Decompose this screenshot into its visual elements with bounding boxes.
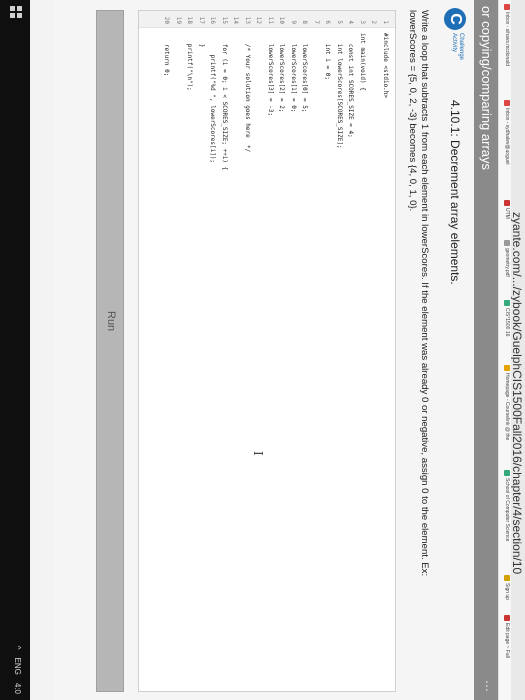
line-number: 17	[198, 16, 205, 24]
run-button-label: Run	[105, 311, 117, 332]
star-icon	[504, 365, 510, 371]
line-number: 15	[221, 16, 228, 24]
challenge-activity-label: Challenge Activity	[451, 33, 464, 61]
tray-chevron-icon[interactable]: ^	[13, 646, 22, 650]
web-icon	[504, 300, 510, 306]
code-line[interactable]: lowerScores[1] = 0;	[290, 33, 297, 113]
line-number: 5	[336, 20, 343, 24]
code-line[interactable]: lowerScores[2] = 2;	[279, 33, 286, 113]
windows-icon[interactable]	[10, 6, 22, 18]
line-number: 7	[313, 20, 320, 24]
bookmark-item[interactable]: Edit page ~ Fall	[504, 615, 510, 658]
line-number: 11	[267, 16, 274, 24]
code-line[interactable]: lowerScores[3] = -3;	[267, 33, 274, 116]
line-number: 6	[324, 20, 332, 24]
activity-title: 4.10.1: Decrement array elements.	[448, 100, 462, 285]
bookmark-item[interactable]: Sign up	[504, 575, 510, 600]
document-icon	[504, 240, 510, 246]
line-number: 10	[278, 16, 286, 24]
web-icon	[504, 615, 510, 621]
line-number: 9	[290, 20, 297, 24]
line-number: 18	[186, 16, 194, 24]
line-number: 8	[301, 20, 309, 24]
line-number: 20	[163, 16, 171, 24]
taskbar: ^ ENG 4:0	[0, 0, 30, 700]
code-line[interactable]: const int SCORES_SIZE = 4;	[348, 33, 355, 138]
run-button[interactable]: Run	[96, 10, 124, 692]
line-number: 4	[347, 20, 355, 24]
web-icon	[504, 470, 510, 476]
line-number: 12	[255, 16, 263, 24]
line-number: 3	[359, 20, 366, 24]
code-line[interactable]: int lowerScores[SCORES_SIZE];	[336, 33, 343, 149]
line-number: 13	[244, 16, 251, 24]
code-line[interactable]: lowerScores[0] = 5;	[302, 33, 309, 113]
activity-description: Write a loop that subtracts 1 from each …	[407, 10, 430, 577]
url-text[interactable]: zyante.com/.../zybook/GuelphCIS1500Fall2…	[510, 212, 524, 574]
line-number: 16	[209, 16, 217, 24]
challenge-activity-icon: C	[444, 8, 466, 30]
bookmarks-bar: Inbox - sihavs.mcdonald Inbox - sydhalev…	[498, 0, 511, 700]
language-indicator[interactable]: ENG	[13, 658, 22, 675]
line-number: 1	[382, 20, 389, 24]
line-number: 14	[232, 16, 240, 24]
address-bar[interactable]: zyante.com/.../zybook/GuelphCIS1500Fall2…	[510, 0, 525, 700]
mail-icon	[504, 100, 510, 106]
section-title: or copying/comparing arrays	[479, 6, 494, 171]
code-editor[interactable]: #include <stdio.h> int main(void) { const…	[138, 10, 396, 692]
bookmark-item[interactable]: Homepage - Courselink @ the	[504, 365, 510, 440]
line-number: 19	[175, 16, 182, 24]
bookmark-item[interactable]: geometry.pdf	[504, 240, 510, 277]
line-number: 2	[370, 20, 378, 24]
code-line[interactable]: #include <stdio.h>	[382, 33, 389, 98]
code-line[interactable]: }	[198, 33, 205, 48]
system-tray: ^ ENG 4:0	[13, 646, 22, 694]
section-header: or copying/comparing arrays ⋯	[474, 0, 498, 700]
bookmark-item[interactable]: School of Computer Science	[504, 470, 510, 541]
screen: zyante.com/.../zybook/GuelphCIS1500Fall2…	[0, 0, 525, 700]
mail-icon	[504, 4, 510, 10]
bookmark-item[interactable]: Inbox - sihavs.mcdonald	[504, 4, 510, 66]
code-line[interactable]: printf("%d ", lowerScores[i]);	[210, 33, 217, 163]
clock[interactable]: 4:0	[13, 683, 22, 694]
code-line[interactable]: return 0;	[164, 33, 171, 77]
z-icon	[504, 575, 510, 581]
bookmark-item[interactable]: CIS*1500 16	[504, 300, 510, 336]
code-line[interactable]: printf("\n");	[187, 33, 194, 91]
code-line[interactable]: /* Your solution goes here */	[244, 33, 251, 152]
code-line[interactable]: int main(void) {	[359, 33, 366, 91]
bookmark-item[interactable]: Inbox - sydhalev@uoguel	[504, 100, 510, 165]
code-line[interactable]: for (i = 0; i < SCORES_SIZE; ++i) {	[221, 33, 228, 170]
text-cursor-icon: I	[251, 451, 265, 456]
bookmark-item[interactable]: UTM	[504, 200, 510, 219]
code-line[interactable]: int i = 0;	[325, 33, 332, 80]
main-content: C Challenge Activity 4.10.1: Decrement a…	[54, 0, 474, 700]
more-icon[interactable]: ⋯	[480, 680, 494, 692]
web-icon	[504, 200, 510, 206]
